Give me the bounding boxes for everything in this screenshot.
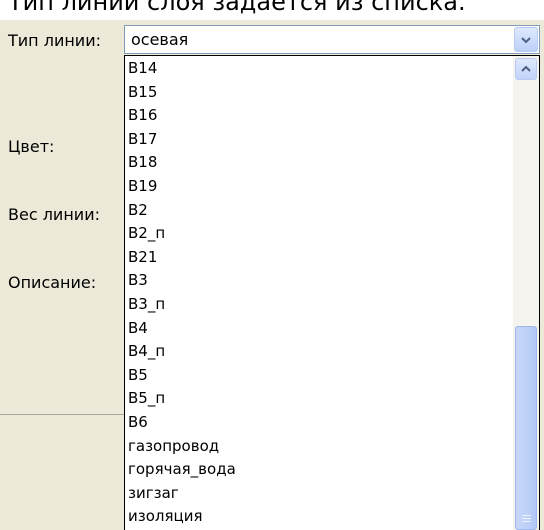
line-type-dropdown-list[interactable]: B14 B15 B16 B17 B18 B19 B2 B2_п B21 B3 B3_п B4 B4_п B… <box>124 55 540 530</box>
dropdown-option[interactable]: B3 <box>128 270 148 290</box>
dropdown-option[interactable]: B16 <box>128 105 157 125</box>
dropdown-option[interactable]: B21 <box>128 247 157 267</box>
thumb-grip-line <box>522 521 531 522</box>
line-weight-label: Вес линии: <box>8 205 100 224</box>
dropdown-option[interactable]: B2_п <box>128 223 165 243</box>
dropdown-option[interactable]: B3_п <box>128 294 165 314</box>
dropdown-option[interactable]: зигзаг <box>128 483 179 503</box>
dropdown-option[interactable]: B19 <box>128 176 157 196</box>
dropdown-option[interactable]: изоляция <box>128 506 203 526</box>
dropdown-option[interactable]: B18 <box>128 152 157 172</box>
dropdown-option[interactable]: B2 <box>128 200 148 220</box>
divider <box>0 414 128 415</box>
description-label: Описание: <box>8 273 97 292</box>
scroll-thumb[interactable] <box>515 326 537 530</box>
dropdown-option[interactable]: B4 <box>128 318 148 338</box>
dropdown-option[interactable]: газопровод <box>128 436 219 456</box>
dropdown-option[interactable]: B17 <box>128 129 157 149</box>
line-type-value: осевая <box>131 30 189 49</box>
chevron-down-icon <box>521 36 531 43</box>
dropdown-option[interactable]: B14 <box>128 58 157 78</box>
thumb-grip-line <box>522 518 531 519</box>
screen: Тип линии слоя задается из списка. Тип л… <box>0 0 544 530</box>
combo-dropdown-button[interactable] <box>514 27 538 52</box>
chevron-up-icon <box>521 65 531 72</box>
caption-text: Тип линии слоя задается из списка. <box>8 0 466 16</box>
thumb-grip-line <box>522 515 531 516</box>
vertical-scrollbar[interactable] <box>513 56 539 530</box>
line-type-combobox[interactable]: осевая <box>124 25 540 54</box>
dropdown-option[interactable]: B5 <box>128 365 148 385</box>
line-type-label: Тип линии: <box>8 31 101 50</box>
dropdown-option[interactable]: B6 <box>128 412 148 432</box>
dropdown-option[interactable]: B15 <box>128 82 157 102</box>
dropdown-option[interactable]: B4_п <box>128 341 165 361</box>
dropdown-option[interactable]: B5_п <box>128 388 165 408</box>
layer-properties-panel: Тип линии: Цвет: Вес линии: Описание: ос… <box>0 20 544 530</box>
scroll-up-button[interactable] <box>515 58 537 80</box>
color-label: Цвет: <box>8 137 55 156</box>
dropdown-option[interactable]: горячая_вода <box>128 459 236 479</box>
